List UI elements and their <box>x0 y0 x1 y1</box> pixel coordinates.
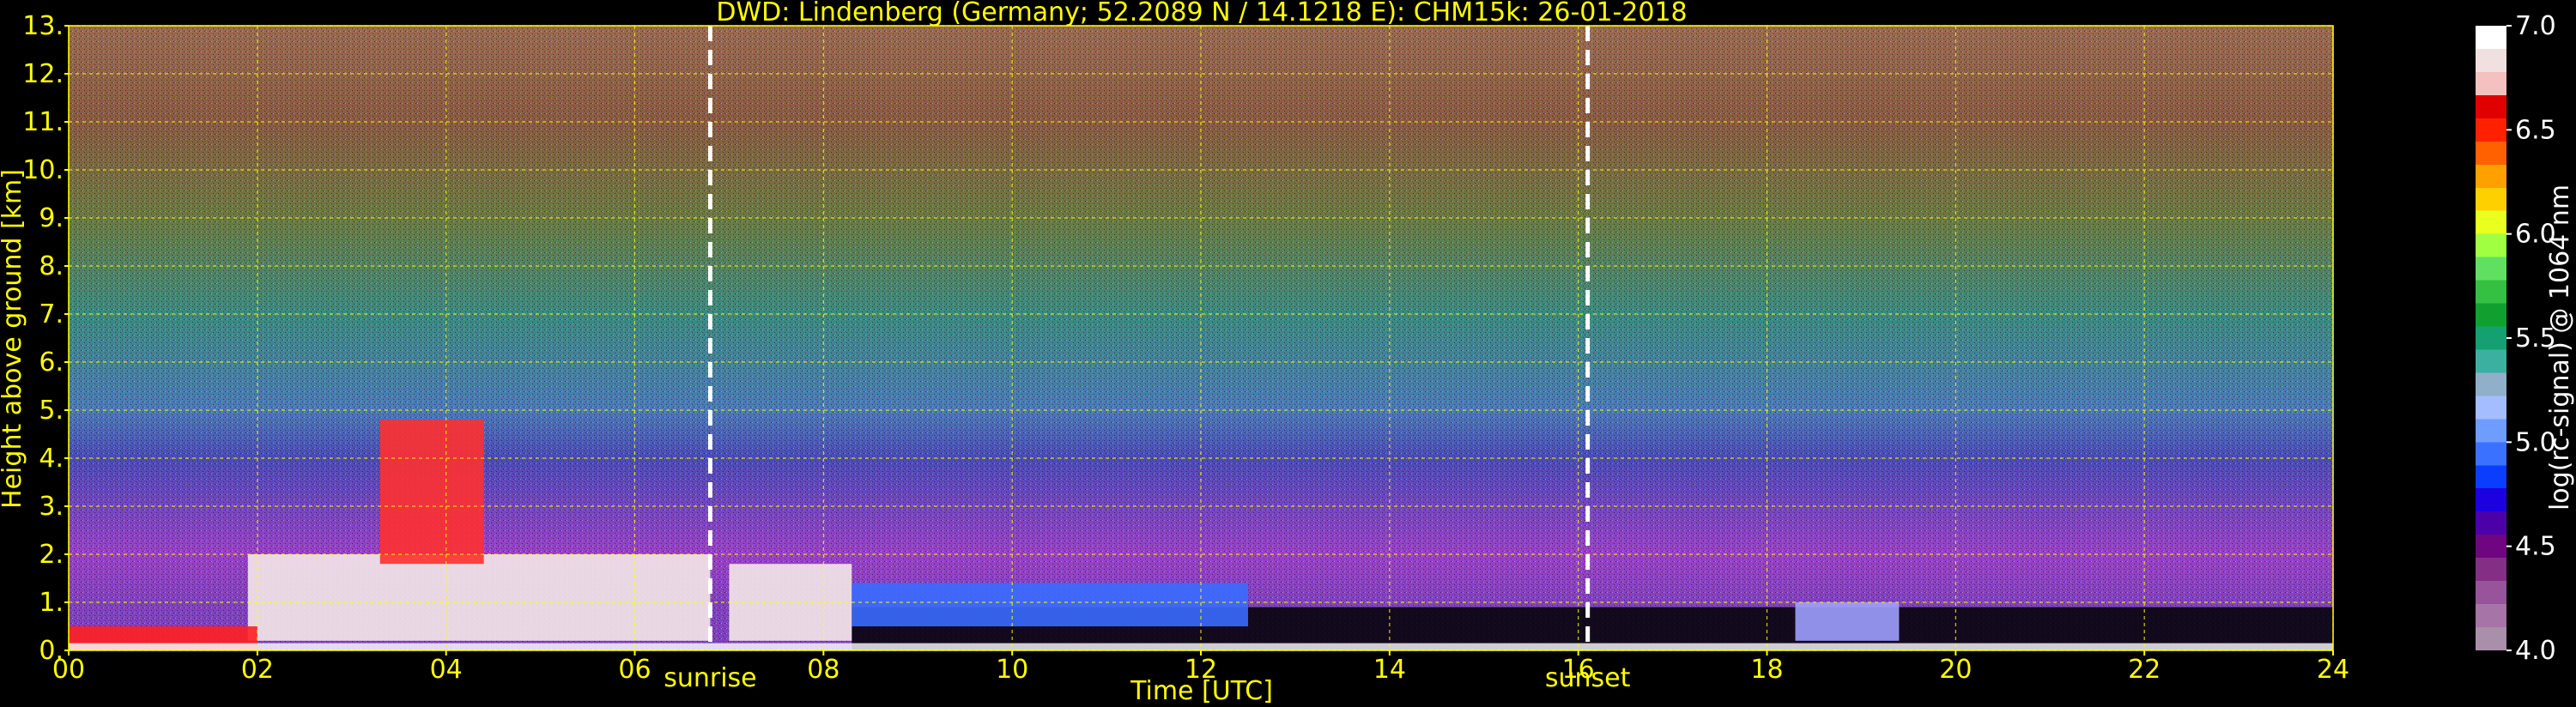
x-tick-label: 24 <box>2317 655 2349 685</box>
feature-2 <box>379 420 484 565</box>
colorbar-tick-label: 4.0 <box>2515 636 2556 666</box>
y-tick-label: 4. <box>39 444 64 474</box>
ceilometer-chart: DWD: Lindenberg (Germany; 52.2089 N / 14… <box>0 0 2575 706</box>
y-tick-label: 7. <box>39 299 64 329</box>
chart-title: DWD: Lindenberg (Germany; 52.2089 N / 14… <box>716 0 1687 27</box>
y-axis-ticks: 0.1.2.3.4.5.6.7.8.9.10.11.12.13. <box>22 11 69 666</box>
x-tick-label: 10 <box>996 655 1028 685</box>
x-tick-label: 14 <box>1373 655 1406 685</box>
x-tick-label: 06 <box>618 655 651 685</box>
x-axis-label: Time [UTC] <box>1130 676 1273 706</box>
y-axis-label: Height above ground [km] <box>0 169 27 509</box>
sunset-label: sunset <box>1545 663 1631 693</box>
y-tick-label: 2. <box>39 540 64 570</box>
feature-5 <box>1795 602 1900 641</box>
y-tick-label: 6. <box>39 347 64 378</box>
feature-0 <box>247 554 711 641</box>
x-tick-label: 20 <box>1939 655 1972 685</box>
sunrise-label: sunrise <box>664 663 756 693</box>
colorbar-tick-label: 7.0 <box>2515 11 2556 41</box>
y-tick-label: 1. <box>39 588 64 618</box>
y-tick-label: 11. <box>22 107 64 137</box>
x-tick-label: 18 <box>1750 655 1783 685</box>
colorbar-tick-label: 6.5 <box>2515 115 2556 145</box>
y-tick-label: 3. <box>39 492 64 522</box>
colorbar-tick-label: 4.5 <box>2515 532 2556 562</box>
x-tick-label: 00 <box>52 655 85 685</box>
x-tick-label: 02 <box>241 655 274 685</box>
x-tick-label: 04 <box>430 655 463 685</box>
y-tick-label: 12. <box>22 59 64 89</box>
x-tick-label: 22 <box>2128 655 2161 685</box>
colorbar: 4.04.55.05.56.06.57.0 <box>2476 11 2556 666</box>
y-tick-label: 8. <box>39 251 64 281</box>
plot-area <box>68 25 2334 651</box>
colorbar-gradient <box>2476 26 2506 650</box>
colorbar-label: log(rc-signal) @ 1064 nm <box>2545 184 2575 511</box>
y-tick-label: 10. <box>22 155 64 185</box>
feature-3 <box>852 583 1248 626</box>
y-tick-label: 5. <box>39 396 64 426</box>
y-tick-label: 13. <box>22 11 64 41</box>
y-tick-label: 9. <box>39 203 64 233</box>
x-tick-label: 08 <box>807 655 839 685</box>
